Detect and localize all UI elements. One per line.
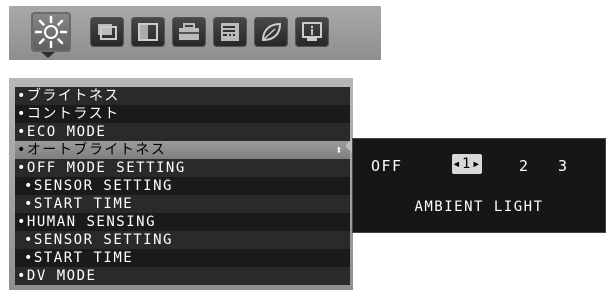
auto-brightness-panel: OFF ◂1▸ 2 3 AMBIENT LIGHT — [352, 138, 606, 233]
menu-item-contrast[interactable]: •コントラスト — [15, 105, 350, 123]
menu-tab-bar — [9, 6, 381, 60]
toolbox-icon — [179, 23, 199, 40]
up-down-arrow-icon: ⬍ — [335, 143, 344, 157]
tab-picture[interactable] — [90, 17, 124, 47]
brightness-sun-icon — [34, 15, 68, 49]
option-3[interactable]: 3 — [558, 157, 569, 175]
settings-menu: •ブライトネス •コントラスト •ECO MODE •オートブライトネス ⬍ •O… — [9, 78, 353, 290]
menu-item-brightness[interactable]: •ブライトネス — [15, 87, 350, 105]
menu-item-human-sensor-setting[interactable]: •SENSOR SETTING — [15, 231, 350, 249]
menu-item-eco-mode[interactable]: •ECO MODE — [15, 123, 350, 141]
menu-item-auto-brightness[interactable]: •オートブライトネス ⬍ — [15, 141, 350, 159]
tab-osd[interactable] — [213, 17, 247, 47]
leaf-eco-icon — [261, 22, 282, 42]
osd-menu-icon — [221, 23, 239, 41]
menu-item-human-start-time[interactable]: •START TIME — [15, 249, 350, 267]
tab-split[interactable] — [131, 17, 165, 47]
menu-item-sensor-setting[interactable]: •SENSOR SETTING — [15, 177, 350, 195]
tab-brightness[interactable] — [31, 12, 71, 52]
active-tab-pointer-icon — [41, 52, 55, 58]
menu-item-start-time[interactable]: •START TIME — [15, 195, 350, 213]
tab-eco[interactable] — [254, 17, 288, 47]
option-1-selected[interactable]: ◂1▸ — [452, 154, 482, 174]
tab-tools[interactable] — [172, 17, 206, 47]
menu-item-off-mode-setting[interactable]: •OFF MODE SETTING — [15, 159, 350, 177]
option-off[interactable]: OFF — [371, 157, 403, 175]
info-monitor-icon — [302, 22, 322, 41]
current-mode-label: AMBIENT LIGHT — [414, 199, 544, 215]
menu-item-dv-mode[interactable]: •DV MODE — [15, 267, 350, 285]
picture-frame-icon — [98, 24, 117, 40]
split-screen-icon — [138, 23, 158, 41]
menu-item-human-sensing[interactable]: •HUMAN SENSING — [15, 213, 350, 231]
menu-list: •ブライトネス •コントラスト •ECO MODE •オートブライトネス ⬍ •O… — [15, 87, 350, 285]
tab-info[interactable] — [295, 17, 329, 47]
option-2[interactable]: 2 — [519, 157, 530, 175]
